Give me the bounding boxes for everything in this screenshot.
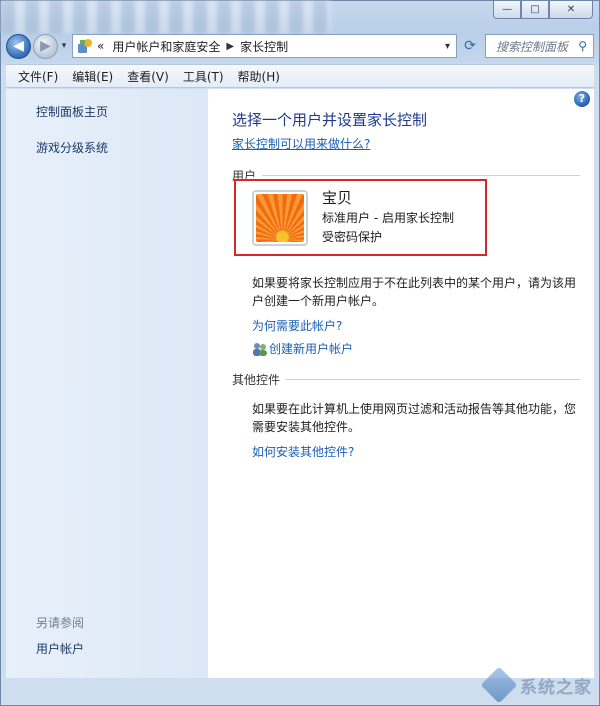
user-password-status: 受密码保护: [322, 230, 383, 244]
what-can-parental-controls-do-link[interactable]: 家长控制可以用来做什么?: [232, 135, 370, 152]
users-icon: [252, 341, 268, 357]
minimize-button[interactable]: —: [493, 1, 521, 19]
left-task-pane: 控制面板主页 游戏分级系统 另请参阅 用户帐户: [6, 89, 208, 678]
watermark: 系统之家: [480, 666, 592, 704]
history-dropdown[interactable]: ▾: [58, 41, 70, 51]
watermark-text: 系统之家: [520, 677, 592, 698]
control-panel-icon: [77, 38, 93, 54]
page-title: 选择一个用户并设置家长控制: [232, 111, 428, 129]
menu-file[interactable]: 文件(F): [12, 68, 66, 85]
see-also-heading: 另请参阅: [36, 616, 85, 630]
other-controls-paragraph: 如果要在此计算机上使用网页过滤和活动报告等其他功能，您需要安装其他控件。: [252, 402, 577, 434]
section-divider: [262, 175, 580, 176]
address-bar[interactable]: « 用户帐户和家庭安全 ▶ 家长控制 ▾: [72, 34, 457, 58]
user-accounts-link[interactable]: 用户帐户: [36, 640, 84, 657]
menu-edit[interactable]: 编辑(E): [66, 68, 121, 85]
user-name: 宝贝: [322, 189, 353, 207]
control-panel-home-link[interactable]: 控制面板主页: [36, 103, 108, 120]
menu-view[interactable]: 查看(V): [121, 68, 177, 85]
blurred-title-area: [1, 1, 331, 33]
main-content: ? 选择一个用户并设置家长控制 家长控制可以用来做什么? 用户 宝贝 标准用户 …: [208, 89, 594, 678]
other-controls-label: 其他控件: [232, 373, 281, 387]
maximize-button[interactable]: □: [521, 1, 549, 19]
breadcrumb-overflow[interactable]: «: [97, 39, 104, 53]
back-button[interactable]: ◀: [6, 33, 31, 59]
address-dropdown[interactable]: ▾: [445, 41, 450, 52]
flower-picture-icon: [256, 194, 304, 242]
search-placeholder: 搜索控制面板: [496, 39, 569, 54]
create-new-user-account-link[interactable]: 创建新用户帐户: [269, 340, 353, 357]
section-divider: [286, 379, 580, 380]
refresh-icon[interactable]: ⟳: [457, 38, 483, 54]
create-account-row[interactable]: 创建新用户帐户: [252, 340, 353, 357]
menu-help[interactable]: 帮助(H): [232, 68, 288, 85]
breadcrumb-user-accounts-family[interactable]: 用户帐户和家庭安全: [112, 38, 220, 55]
user-avatar: [252, 190, 308, 246]
search-input[interactable]: 搜索控制面板 ⚲: [485, 34, 594, 58]
watermark-logo-icon: [480, 666, 518, 704]
why-need-account-link[interactable]: 为何需要此帐户?: [252, 317, 342, 334]
forward-arrow-icon: ▶: [40, 38, 51, 54]
breadcrumb-separator-icon[interactable]: ▶: [226, 41, 234, 52]
close-button[interactable]: ✕: [549, 1, 593, 19]
back-arrow-icon: ◀: [13, 38, 24, 54]
user-type: 标准用户 - 启用家长控制: [322, 211, 454, 225]
new-user-paragraph: 如果要将家长控制应用于不在此列表中的某个用户，请为该用户创建一个新用户帐户。: [252, 276, 577, 308]
other-controls-section-header: 其他控件: [232, 371, 580, 388]
search-icon[interactable]: ⚲: [578, 39, 587, 53]
navigation-bar: ◀ ▶ ▾ « 用户帐户和家庭安全 ▶ 家长控制 ▾ ⟳ 搜索控制面板 ⚲: [6, 32, 594, 60]
game-ratings-link[interactable]: 游戏分级系统: [36, 139, 108, 156]
user-tile-baobei[interactable]: 宝贝 标准用户 - 启用家长控制 受密码保护: [234, 179, 487, 256]
menu-bar: 文件(F) 编辑(E) 查看(V) 工具(T) 帮助(H): [6, 64, 594, 88]
forward-button[interactable]: ▶: [33, 33, 58, 59]
menu-tools[interactable]: 工具(T): [177, 68, 232, 85]
help-icon[interactable]: ?: [574, 91, 590, 107]
how-to-install-controls-link[interactable]: 如何安装其他控件?: [252, 443, 354, 460]
caption-buttons: — □ ✕: [493, 1, 593, 19]
breadcrumb-parental-controls[interactable]: 家长控制: [240, 38, 288, 55]
